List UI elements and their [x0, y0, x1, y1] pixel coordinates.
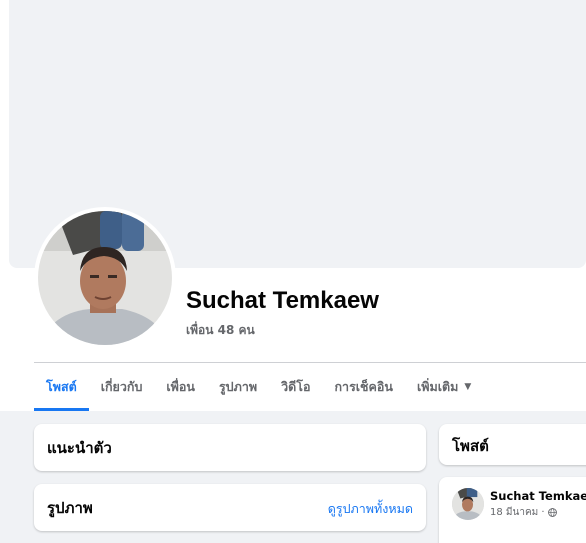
intro-card: แนะนำตัว: [34, 424, 426, 471]
tab-videos-label: วิดีโอ: [281, 379, 311, 394]
see-all-photos-link[interactable]: ดูรูปภาพทั้งหมด: [328, 499, 413, 519]
globe-icon: [547, 508, 557, 517]
tab-about[interactable]: เกี่ยวกับ: [89, 363, 155, 411]
post-card: Suchat Temkaew 18 มีนาคม ·: [439, 477, 586, 543]
post-author-name[interactable]: Suchat Temkaew: [490, 489, 586, 503]
tab-photos[interactable]: รูปภาพ: [207, 363, 269, 411]
avatar: [38, 211, 172, 345]
tab-videos[interactable]: วิดีโอ: [269, 363, 322, 411]
friends-count[interactable]: เพื่อน 48 คน: [186, 321, 255, 340]
tab-friends-label: เพื่อน: [166, 379, 195, 394]
tab-about-label: เกี่ยวกับ: [100, 379, 143, 394]
tab-posts-label: โพสต์: [46, 379, 77, 394]
tab-posts[interactable]: โพสต์: [34, 363, 89, 411]
tab-photos-label: รูปภาพ: [218, 379, 258, 394]
profile-tabs: โพสต์ เกี่ยวกับ เพื่อน รูปภาพ วิดีโอ การ…: [34, 363, 483, 411]
posts-header-card: โพสต์: [439, 424, 586, 465]
photos-card: รูปภาพ ดูรูปภาพทั้งหมด: [34, 484, 426, 531]
posts-title: โพสต์: [452, 437, 489, 455]
tab-more-label: เพิ่มเติม: [416, 379, 459, 394]
tab-checkins-label: การเช็คอิน: [334, 379, 393, 394]
profile-name: Suchat Temkaew: [186, 287, 379, 314]
tab-more[interactable]: เพิ่มเติม ▼: [405, 363, 483, 411]
caret-down-icon: ▼: [464, 382, 472, 392]
profile-picture[interactable]: [34, 207, 176, 349]
tab-checkins[interactable]: การเช็คอิน: [322, 363, 404, 411]
photos-title[interactable]: รูปภาพ: [47, 496, 93, 520]
tab-friends[interactable]: เพื่อน: [154, 363, 207, 411]
post-date[interactable]: 18 มีนาคม ·: [490, 505, 545, 520]
post-meta: 18 มีนาคม ·: [490, 505, 557, 520]
intro-title: แนะนำตัว: [47, 439, 112, 457]
post-author-avatar[interactable]: [452, 488, 484, 520]
